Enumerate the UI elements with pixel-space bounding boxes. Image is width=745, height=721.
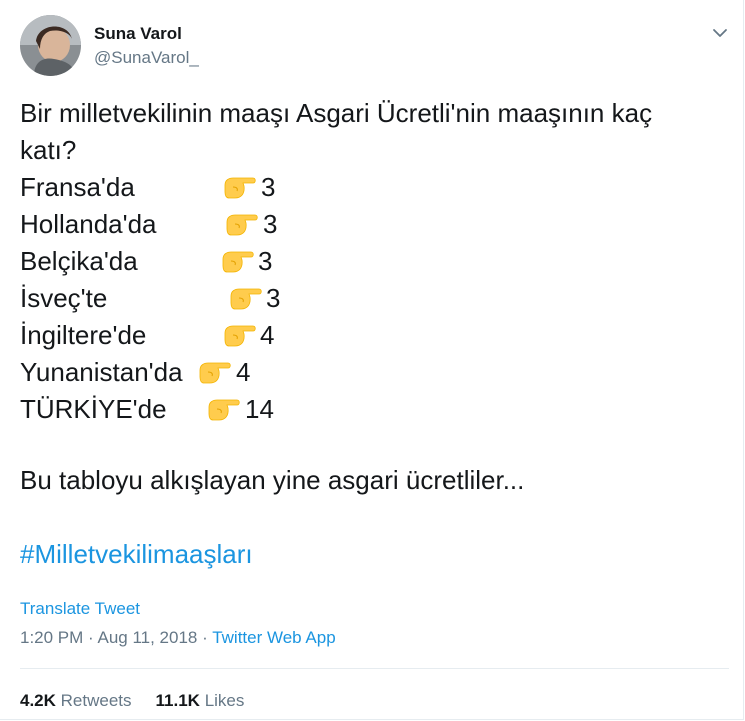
divider	[20, 668, 729, 669]
tweet-stats: 4.2K Retweets 11.1K Likes	[20, 690, 244, 712]
retweets-count: 4.2K	[20, 691, 56, 710]
likes-label: Likes	[204, 691, 245, 710]
meta-separator: ·	[197, 628, 213, 647]
ratio-value: 3	[261, 172, 276, 202]
likes-stat[interactable]: 11.1K Likes	[156, 691, 245, 710]
ratio-value: 4	[236, 357, 251, 387]
tweet-meta: 1:20 PM · Aug 11, 2018 · Twitter Web App	[20, 627, 336, 649]
pointing-right-emoji-icon	[223, 320, 257, 350]
tweet-card: Suna Varol @SunaVarol_ Bir milletvekilin…	[0, 0, 744, 720]
country-row: Yunanistan'da 4	[20, 354, 725, 391]
pointing-right-emoji-icon	[223, 172, 257, 202]
country-row: Belçika'da 3	[20, 243, 725, 280]
pointing-right-emoji-icon	[225, 209, 259, 239]
pointing-right-emoji-icon	[221, 246, 255, 276]
country-name: TÜRKİYE'de	[20, 394, 167, 424]
tweet-body: Bir milletvekilinin maaşı Asgari Ücretli…	[20, 95, 725, 428]
country-name: Yunanistan'da	[20, 357, 183, 387]
country-row: Fransa'da 3	[20, 169, 725, 206]
ratio-value: 3	[266, 283, 281, 313]
question-line: katı?	[20, 135, 77, 165]
ratio-value: 3	[258, 246, 273, 276]
avatar[interactable]	[20, 15, 81, 76]
avatar-image	[20, 15, 81, 76]
meta-separator: ·	[83, 628, 98, 647]
pointing-right-emoji-icon	[207, 394, 241, 424]
retweets-stat[interactable]: 4.2K Retweets	[20, 691, 132, 710]
country-name: Hollanda'da	[20, 209, 157, 239]
country-row: İsveç'te 3	[20, 280, 725, 317]
tweet-source-link[interactable]: Twitter Web App	[212, 628, 335, 647]
ratio-value: 14	[245, 394, 274, 424]
country-row: Hollanda'da 3	[20, 206, 725, 243]
chevron-down-icon[interactable]	[711, 24, 729, 42]
question-line: Bir milletvekilinin maaşı Asgari Ücretli…	[20, 98, 653, 128]
country-row: İngiltere'de 4	[20, 317, 725, 354]
pointing-right-emoji-icon	[229, 283, 263, 313]
author-name[interactable]: Suna Varol	[94, 24, 182, 44]
ratio-value: 4	[260, 320, 275, 350]
pointing-right-emoji-icon	[198, 357, 232, 387]
tweet-date[interactable]: Aug 11, 2018	[97, 628, 197, 647]
translate-tweet-link[interactable]: Translate Tweet	[20, 598, 140, 620]
country-name: Belçika'da	[20, 246, 138, 276]
closing-line: Bu tabloyu alkışlayan yine asgari ücretl…	[20, 465, 525, 495]
likes-count: 11.1K	[155, 691, 200, 710]
tweet-time[interactable]: 1:20 PM	[20, 628, 83, 647]
author-handle[interactable]: @SunaVarol_	[94, 48, 199, 68]
country-name: İngiltere'de	[20, 320, 147, 350]
country-name: İsveç'te	[20, 283, 108, 313]
country-row: TÜRKİYE'de 14	[20, 391, 725, 428]
hashtag-link[interactable]: #Milletvekilimaaşları	[20, 536, 253, 573]
ratio-value: 3	[263, 209, 278, 239]
retweets-label: Retweets	[60, 691, 132, 710]
country-name: Fransa'da	[20, 172, 135, 202]
